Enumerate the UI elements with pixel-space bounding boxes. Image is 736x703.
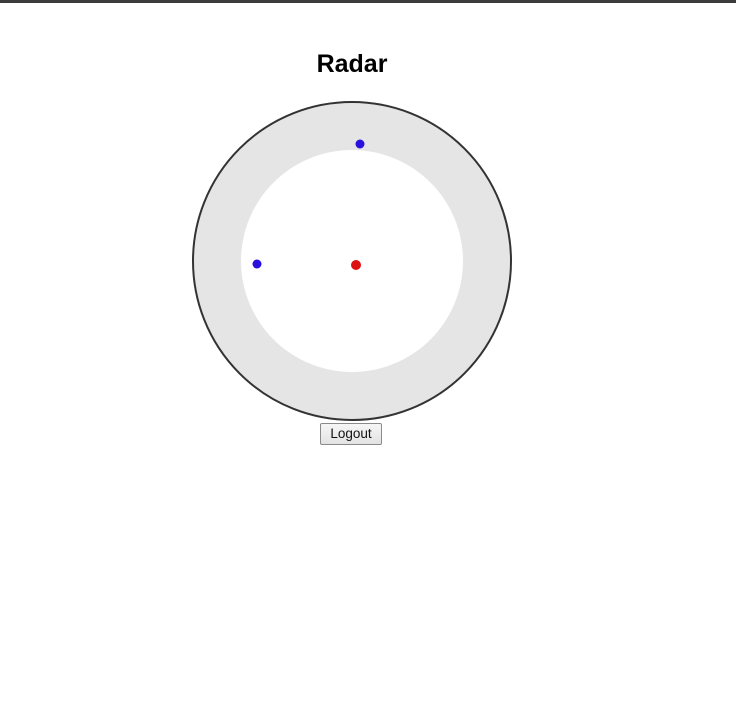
radar-contact-marker — [355, 139, 365, 149]
radar-inner-area — [241, 150, 463, 372]
page-title: Radar — [316, 50, 388, 78]
radar-contact-marker — [252, 259, 262, 269]
radar-page: Radar Logout — [0, 0, 736, 703]
radar-svg — [192, 101, 512, 421]
radar-display — [190, 99, 514, 423]
logout-button[interactable]: Logout — [320, 423, 382, 445]
radar-self-marker — [351, 260, 361, 270]
